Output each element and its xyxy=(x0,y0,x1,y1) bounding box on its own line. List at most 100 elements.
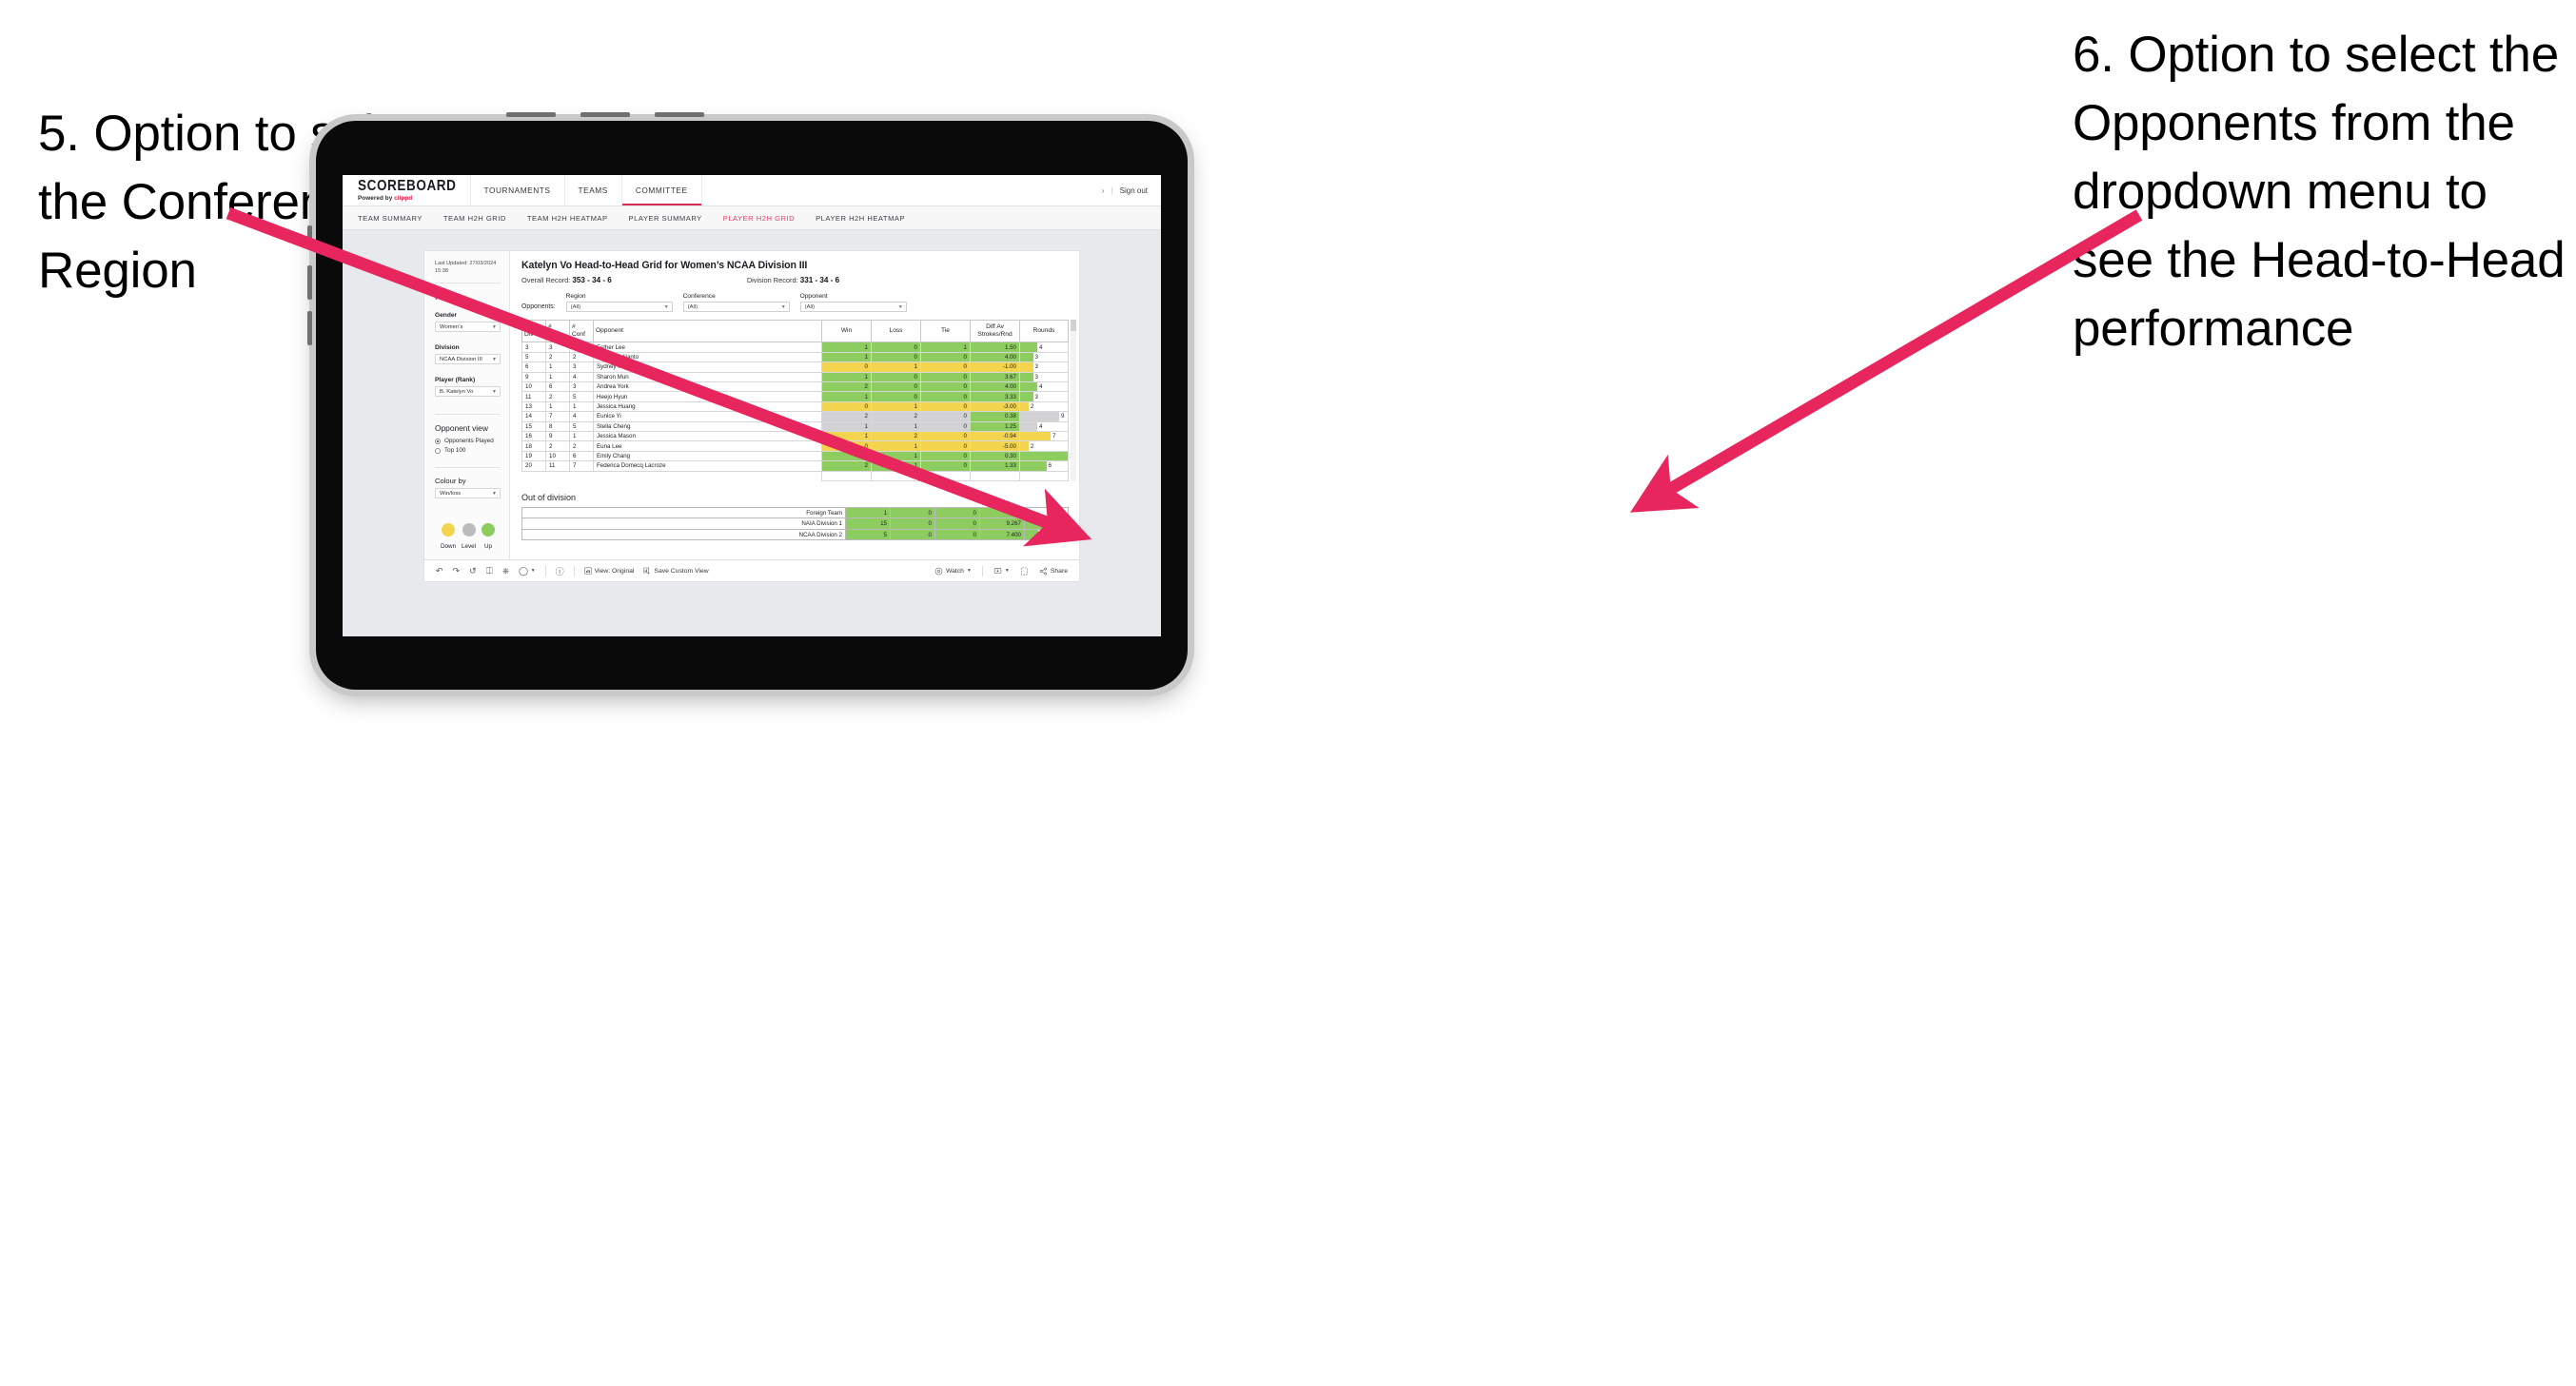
division-select[interactable]: NCAA Division III ▼ xyxy=(435,354,501,365)
header-tab-committee[interactable]: COMMITTEE xyxy=(621,175,702,205)
help-icon[interactable]: ⓘ xyxy=(556,565,564,577)
subnav-item-player-h2h-heatmap[interactable]: PLAYER H2H HEATMAP xyxy=(816,214,905,223)
subnav-item-team-h2h-grid[interactable]: TEAM H2H GRID xyxy=(443,214,506,223)
subnav-item-team-summary[interactable]: TEAM SUMMARY xyxy=(358,214,423,223)
subnav-item-player-h2h-grid[interactable]: PLAYER H2H GRID xyxy=(723,214,795,223)
main-pane: Katelyn Vo Head-to-Head Grid for Women’s… xyxy=(510,251,1079,559)
filter-region-label: Region xyxy=(565,293,586,300)
cell-loss: 0 xyxy=(871,371,921,383)
player-rank-select[interactable]: B. Katelyn Vo ▼ xyxy=(435,386,501,398)
cell-conf: 1 xyxy=(569,430,594,442)
revert-icon[interactable]: ↺ xyxy=(469,566,477,576)
fullscreen-button[interactable] xyxy=(1020,567,1029,576)
sidebar-divider-2 xyxy=(435,414,501,416)
table-row[interactable]: 16 9 1 Jessica Mason 1 2 0 -0.94 7 xyxy=(521,430,1069,442)
table-row[interactable]: 6 1 3 Sydney Kuo 0 1 0 -1.00 3 xyxy=(521,361,1069,373)
cell-div: 10 xyxy=(521,381,546,393)
radio-top-100[interactable]: Top 100 xyxy=(435,447,501,454)
cell-win: 1 xyxy=(821,391,872,402)
chevron-down-icon: ▼ xyxy=(897,303,903,310)
alerts-dropdown-icon[interactable]: ◯ ▼ xyxy=(519,566,536,576)
table-row[interactable]: 20 11 7 Federica Domecq Lacroze 2 1 0 1.33 6 xyxy=(521,460,1069,472)
chevron-right-icon[interactable]: › xyxy=(1102,186,1105,195)
watch-eye-icon xyxy=(934,567,943,575)
col-loss: Loss xyxy=(871,319,921,343)
cell-loss: 0 xyxy=(890,528,935,541)
scoreboard-logo[interactable]: SCOREBOARD Powered by clippd xyxy=(343,175,471,205)
cell-win: 2 xyxy=(821,460,872,472)
table-row[interactable]: 14 7 4 Eunice Yi 2 2 0 0.38 9 xyxy=(521,411,1069,422)
cell-diff-av-strokes: 7.400 xyxy=(979,528,1025,541)
subnav-item-team-h2h-heatmap[interactable]: TEAM H2H HEATMAP xyxy=(527,214,608,223)
cell-loss: 1 xyxy=(871,361,921,373)
sidebar-section-player: Player xyxy=(435,292,461,303)
app-header: SCOREBOARD Powered by clippd TOURNAMENTS… xyxy=(343,175,1161,206)
cell-loss: 0 xyxy=(871,381,921,393)
download-button[interactable]: ▼ xyxy=(993,567,1010,576)
sign-out-link[interactable]: Sign out xyxy=(1120,186,1148,195)
cell-loss: 1 xyxy=(871,420,921,433)
conference-select[interactable]: (All) ▼ xyxy=(682,302,790,312)
opponent-select[interactable]: (All) ▼ xyxy=(799,302,907,312)
header-right-cluster: › | Sign out xyxy=(1102,175,1161,205)
cell-loss: 2 xyxy=(871,411,921,422)
cell-diff-av-strokes: 4.00 xyxy=(970,381,1020,393)
table-vertical-scrollbar[interactable] xyxy=(1071,320,1076,481)
out-of-division-title: Out of division xyxy=(521,492,577,502)
header-tab-tournaments[interactable]: TOURNAMENTS xyxy=(471,175,565,205)
gender-select[interactable]: Women’s ▼ xyxy=(435,322,501,333)
region-select[interactable]: (All) ▼ xyxy=(565,302,673,312)
pause-updates-icon[interactable]: ⎈ xyxy=(502,566,509,576)
tablet-device-frame: SCOREBOARD Powered by clippd TOURNAMENTS… xyxy=(307,112,1188,690)
table-row[interactable]: 9 1 4 Sharon Mun 1 0 0 3.67 3 xyxy=(521,371,1069,383)
cell-rounds: 4 xyxy=(1019,381,1069,393)
watch-button[interactable]: Watch ▼ xyxy=(934,567,972,576)
out-of-division-row[interactable]: NAIA Division 1 15 0 0 9.267 30 xyxy=(521,517,1072,530)
cell-win: 5 xyxy=(845,528,891,541)
tablet-top-button-2 xyxy=(580,112,630,117)
opponent-view-title: Opponent view xyxy=(435,423,488,434)
cell-win: 1 xyxy=(821,430,872,442)
subnav-item-player-summary[interactable]: PLAYER SUMMARY xyxy=(629,214,702,223)
cell-loss: 1 xyxy=(871,440,921,452)
scrollbar-thumb[interactable] xyxy=(1071,320,1076,331)
tablet-side-button-2 xyxy=(307,265,312,300)
legend-item-down: Down xyxy=(441,523,456,550)
redo-icon[interactable]: ↷ xyxy=(453,566,461,576)
refresh-icon[interactable]: ⎅ xyxy=(486,566,493,576)
table-row[interactable]: 10 6 3 Andrea York 2 0 0 4.00 4 xyxy=(521,381,1069,393)
radio-opponents-played[interactable]: Opponents Played xyxy=(435,438,501,444)
table-row[interactable]: 19106Emily Chang4100.3011 xyxy=(521,450,1075,462)
save-custom-view-button[interactable]: Save Custom View xyxy=(643,567,709,575)
tablet-side-button-1 xyxy=(307,225,312,246)
table-row[interactable]: 15 8 5 Stella Cheng 1 1 0 1.25 4 xyxy=(521,420,1069,433)
view-original-button[interactable]: View: Original xyxy=(584,567,634,575)
table-row[interactable]: 18 2 2 Euna Lee 0 1 0 -5.00 2 xyxy=(521,440,1069,452)
out-of-division-row[interactable]: NCAA Division 2 5 0 0 7.400 10 xyxy=(521,528,1069,541)
cell-reg: 8 xyxy=(545,420,570,433)
header-tab-teams[interactable]: TEAMS xyxy=(565,175,622,205)
table-row[interactable]: 11 2 5 Heejo Hyun 1 0 0 3.33 3 xyxy=(521,391,1069,402)
table-row[interactable]: 3 3 1 Esther Lee 1 0 1 1.50 4 xyxy=(521,342,1069,353)
cell-div: 20 xyxy=(521,460,546,472)
colour-by-select[interactable]: Win/loss ▼ xyxy=(435,488,501,499)
share-button[interactable]: Share xyxy=(1039,567,1068,576)
cell-tie: 0 xyxy=(920,381,971,393)
tablet-top-button-1 xyxy=(506,112,556,117)
division-value: NCAA Division III xyxy=(440,356,482,362)
cell-tie: 0 xyxy=(920,430,971,442)
cell-opponent: Euna Lee xyxy=(593,440,822,452)
cell-diff-av-strokes: 3.33 xyxy=(970,391,1020,402)
table-row[interactable]: 5 2 2 Alexis Sudjianto 1 0 0 4.00 3 xyxy=(521,351,1069,363)
col-opponent: Opponent xyxy=(593,319,822,343)
chevron-down-icon: ▼ xyxy=(966,568,972,575)
cell-diff-av-strokes: 3.67 xyxy=(970,371,1020,383)
division-record: Division Record: 331 - 34 - 6 xyxy=(746,276,840,284)
undo-icon[interactable]: ↶ xyxy=(436,566,443,576)
cell-div: 11 xyxy=(521,391,546,402)
cell-div: 19 xyxy=(521,450,546,462)
table-row[interactable]: 13 1 1 Jessica Huang 0 1 0 -3.00 2 xyxy=(521,400,1069,413)
chevron-down-icon: ▼ xyxy=(780,303,786,310)
cell-rounds: 11 xyxy=(1019,450,1075,462)
out-of-division-row[interactable]: Foreign Team 1 0 0 4.500 2 xyxy=(521,506,1069,519)
